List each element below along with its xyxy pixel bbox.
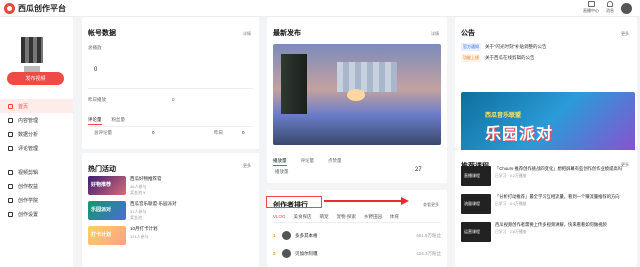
avatar [282, 249, 291, 258]
course-item[interactable]: 直播课程 「Chours·推荐创作挑战四变化」想把屏幕有些创作创作业绩提高吗 已学… [461, 166, 623, 186]
profile-avatar[interactable] [21, 37, 43, 63]
comment-icon [8, 145, 13, 151]
hot-item[interactable]: 乐园派对 西瓜音乐联盟-乐园派对 31人参与 奖金池 [88, 201, 177, 221]
sun-image [347, 89, 365, 101]
yesterday-comments-label: 昨日 [214, 130, 223, 135]
event-banner[interactable]: 西瓜音乐联盟 乐园派对 [461, 92, 635, 156]
gear-icon [8, 211, 13, 217]
notice-card: 公告 更多 官方通知 关于“闪光时刻”补贴调整的公告 功能上线 关于西瓜在线剪辑… [455, 17, 637, 156]
notice-title: 公告 [461, 30, 475, 37]
arrow-head-icon [401, 197, 409, 205]
monitor-icon [587, 1, 595, 7]
gift-icon [8, 183, 13, 189]
latest-release-card: 最新发布 详情 播放量 评论量 点赞量 播放量 27 [267, 17, 447, 183]
highlight-box [266, 196, 322, 208]
sidebar-item-editing[interactable]: 视频剪辑 [0, 165, 73, 179]
hot-activities-card: 热门活动 更多 好物推荐 西瓜好物推荐官 46人参与 奖金池 ¥ 乐园派对 西瓜音乐… [82, 153, 259, 267]
course-thumbnail: 直播课程 [461, 166, 491, 186]
hot-item[interactable]: 打卡计划 10月打卡计划 121人参与 [88, 226, 158, 245]
tab-plays[interactable]: 播放量 [273, 158, 287, 166]
courses-card: 推荐课程 更多 直播课程 「Chours·推荐创作挑战四变化」想把屏幕有些创作创… [455, 150, 637, 267]
creator-tabs: VLOG 美食探店 萌宠 宠物·探索 乡野田园 体育 [273, 214, 399, 220]
sidebar-item-home[interactable]: 首页 [0, 99, 73, 113]
sidebar-item-analytics[interactable]: 数据分析 [0, 127, 73, 141]
top-bar: 西瓜创作平台 直播中心 消息 [0, 0, 640, 17]
hot-item[interactable]: 好物推荐 西瓜好物推荐官 46人参与 奖金池 ¥ [88, 176, 162, 196]
total-comments-label: 总评论量 [94, 130, 112, 135]
total-comments-value: 0 [152, 130, 155, 135]
sidebar-item-comments[interactable]: 评论管理 [0, 141, 73, 155]
annotation-arrow [324, 200, 404, 202]
course-thumbnail: 流量课程 [461, 194, 491, 214]
plays-label: 播放量 [275, 169, 289, 174]
chart-icon [8, 131, 13, 137]
tab-comments[interactable]: 评论量 [88, 117, 102, 125]
activity-thumbnail: 好物推荐 [88, 176, 126, 195]
book-icon [8, 197, 13, 203]
sidebar-item-content[interactable]: 内容管理 [0, 113, 73, 127]
table-row[interactable]: 1 多多其本格 461.5万粉丝 [273, 231, 441, 240]
sidebar-item-academy[interactable]: 创作学院 [0, 193, 73, 207]
yesterday-plays-value: 0 [172, 97, 175, 102]
plays-value: 27 [415, 167, 422, 173]
tab-comments[interactable]: 评论量 [301, 158, 315, 166]
creator-more-link[interactable]: 查看更多 [423, 202, 439, 208]
sidebar-nav: 首页 内容管理 数据分析 评论管理 视频剪辑 创作权益 创作学院 创作设置 [0, 99, 73, 221]
account-data-card: 帐号数据 详情 总播放 0 昨日播放 0 评论量 粉丝量 总评论量 0 昨日 0 [82, 17, 259, 149]
tab-pets[interactable]: 萌宠 [320, 214, 329, 220]
bell-icon [607, 1, 613, 7]
user-avatar[interactable] [621, 3, 632, 14]
latest-title: 最新发布 [273, 30, 301, 37]
logo-text: 西瓜创作平台 [18, 4, 66, 13]
avatar [282, 231, 291, 240]
table-row[interactable]: 2 贝加尔阿嘎 424.3万粉丝 [273, 249, 441, 258]
tab-pet-explore[interactable]: 宠物·探索 [337, 214, 357, 220]
blurred-overlay [337, 62, 397, 92]
video-thumbnail[interactable] [273, 44, 441, 145]
activity-thumbnail: 打卡计划 [88, 226, 126, 245]
total-plays-label: 总播放 [88, 45, 102, 50]
tab-food[interactable]: 美食探店 [294, 214, 312, 220]
publish-video-button[interactable]: 发布视频 [7, 72, 64, 85]
tab-rural[interactable]: 乡野田园 [364, 214, 382, 220]
content-icon [8, 117, 13, 123]
course-item[interactable]: 运营课程 西瓜视频创作者需要上传多视频讲解，快来看看如何做视频 已学习 · 2.8… [461, 222, 623, 242]
sidebar-item-rights[interactable]: 创作权益 [0, 179, 73, 193]
notice-item[interactable]: 官方通知 关于“闪光时刻”补贴调整的公告 [461, 43, 547, 51]
latest-tabs: 播放量 评论量 点赞量 [273, 158, 342, 166]
tab-fans[interactable]: 粉丝量 [112, 117, 126, 125]
messages-button[interactable]: 消息 [606, 1, 614, 14]
account-detail-link[interactable]: 详情 [243, 31, 251, 37]
yesterday-plays-label: 昨日播放 [88, 97, 106, 102]
sidebar: 发布视频 首页 内容管理 数据分析 评论管理 视频剪辑 创作权益 创作学院 创作… [0, 17, 73, 267]
activity-thumbnail: 乐园派对 [88, 201, 126, 220]
scissors-icon [8, 169, 13, 175]
tab-likes[interactable]: 点赞量 [328, 158, 342, 166]
live-center-button[interactable]: 直播中心 [583, 1, 599, 14]
account-tabs: 评论量 粉丝量 [88, 117, 125, 125]
watermelon-logo-icon [4, 3, 15, 14]
app-logo[interactable]: 西瓜创作平台 [4, 3, 66, 14]
course-item[interactable]: 流量课程 「分析打动推荐」最全学习互相流量，看到一个赚流量推荐的方向 已学习 · … [461, 194, 623, 214]
tab-vlog[interactable]: VLOG [273, 214, 286, 220]
hot-more-link[interactable]: 更多 [243, 163, 251, 169]
account-title: 帐号数据 [88, 30, 116, 37]
palm-silhouette [281, 54, 307, 114]
latest-detail-link[interactable]: 详情 [431, 31, 439, 37]
course-thumbnail: 运营课程 [461, 222, 491, 242]
notice-item[interactable]: 功能上线 关于西瓜在线剪辑的公告 [461, 54, 535, 62]
total-plays-value: 0 [94, 67, 98, 73]
yesterday-comments-value: 0 [242, 130, 245, 135]
tab-sports[interactable]: 体育 [390, 214, 399, 220]
home-icon [8, 103, 13, 109]
notice-more-link[interactable]: 更多 [621, 31, 629, 37]
hot-title: 热门活动 [88, 166, 116, 173]
sidebar-item-settings[interactable]: 创作设置 [0, 207, 73, 221]
